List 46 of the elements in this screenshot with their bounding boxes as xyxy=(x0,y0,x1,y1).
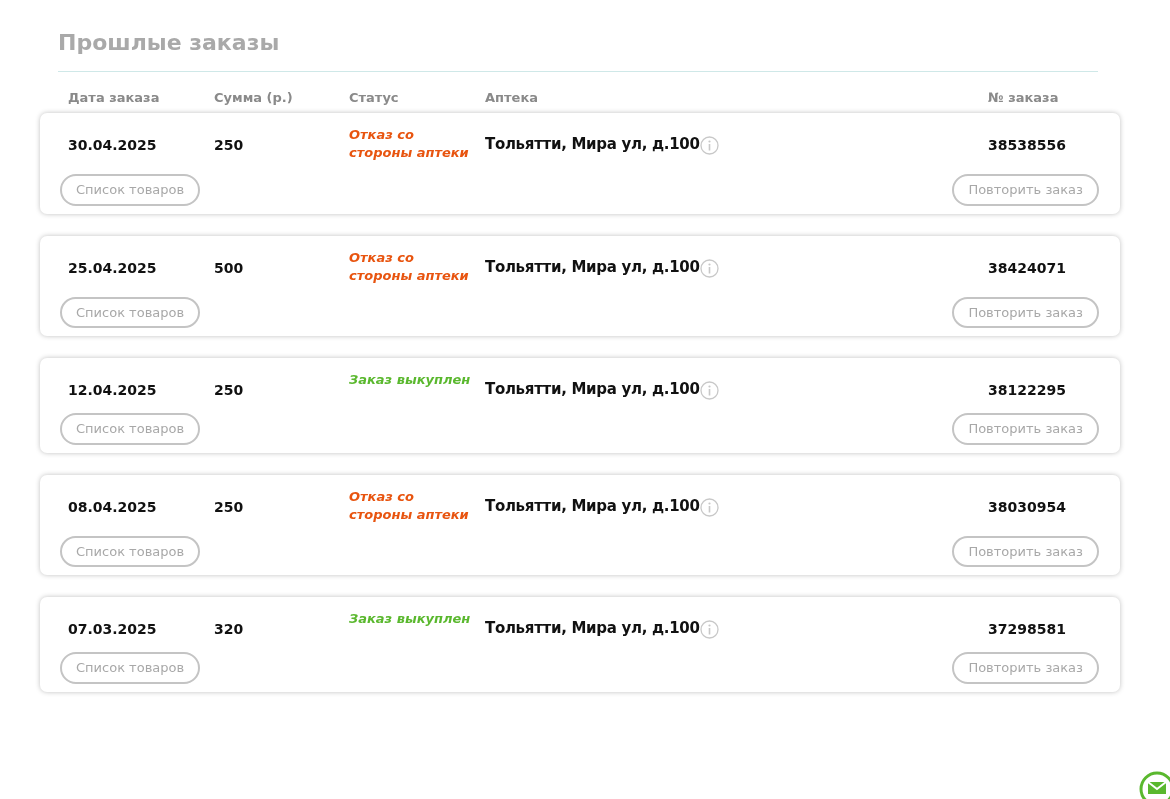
order-number: 38122295 xyxy=(988,382,1066,398)
info-icon[interactable] xyxy=(699,497,719,517)
order-number: 38424071 xyxy=(988,259,1066,276)
order-sum: 500 xyxy=(214,259,244,276)
repeat-order-button[interactable]: Повторить заказ xyxy=(952,413,1099,445)
order-date: 12.04.2025 xyxy=(68,382,157,398)
date-column-header: Дата заказа xyxy=(68,90,160,105)
repeat-order-button[interactable]: Повторить заказ xyxy=(952,174,1099,206)
order-status: Заказ выкуплен xyxy=(349,610,472,628)
status-column-header: Статус xyxy=(349,90,399,105)
repeat-order-button[interactable]: Повторить заказ xyxy=(952,535,1099,567)
order-sum: 250 xyxy=(214,498,244,515)
order-status: Отказ со стороны аптеки xyxy=(349,487,470,524)
items-list-button[interactable]: Список товаров xyxy=(60,413,201,445)
order-number: 37298581 xyxy=(988,621,1066,637)
order-status: Заказ выкуплен xyxy=(349,371,472,389)
order-status: Отказ со стороны аптеки xyxy=(349,248,470,285)
number-column-header: № заказа xyxy=(988,90,1059,105)
pharmacy-address: Тольятти, Мира ул, д.100 xyxy=(485,379,700,400)
info-icon[interactable] xyxy=(699,381,719,400)
order-number: 38030954 xyxy=(988,498,1066,515)
sum-column-header: Сумма (р.) xyxy=(214,90,293,105)
items-list-button[interactable]: Список товаров xyxy=(60,174,201,206)
pharmacy-address: Тольятти, Мира ул, д.100 xyxy=(485,256,700,278)
order-sum: 320 xyxy=(214,621,244,637)
items-list-button[interactable]: Список товаров xyxy=(60,296,201,328)
pharmacy-address: Тольятти, Мира ул, д.100 xyxy=(485,134,700,155)
repeat-order-button[interactable]: Повторить заказ xyxy=(952,296,1099,328)
order-date: 30.04.2025 xyxy=(68,137,157,153)
info-icon[interactable] xyxy=(699,258,719,278)
order-date: 25.04.2025 xyxy=(68,259,157,276)
order-status: Отказ со стороны аптеки xyxy=(349,126,470,162)
pharmacy-address: Тольятти, Мира ул, д.100 xyxy=(485,495,700,517)
info-icon[interactable] xyxy=(699,136,719,155)
order-sum: 250 xyxy=(214,382,244,398)
order-date: 07.03.2025 xyxy=(68,621,157,637)
pharmacy-address: Тольятти, Мира ул, д.100 xyxy=(485,618,700,639)
order-date: 08.04.2025 xyxy=(68,498,157,515)
page-title: Прошлые заказы xyxy=(58,26,1098,72)
repeat-order-button[interactable]: Повторить заказ xyxy=(952,652,1099,684)
info-icon[interactable] xyxy=(699,620,719,639)
order-sum: 250 xyxy=(214,137,244,153)
items-list-button[interactable]: Список товаров xyxy=(60,535,201,567)
pharmacy-column-header: Аптека xyxy=(485,90,538,105)
order-number: 38538556 xyxy=(988,137,1066,153)
items-list-button[interactable]: Список товаров xyxy=(60,652,201,684)
